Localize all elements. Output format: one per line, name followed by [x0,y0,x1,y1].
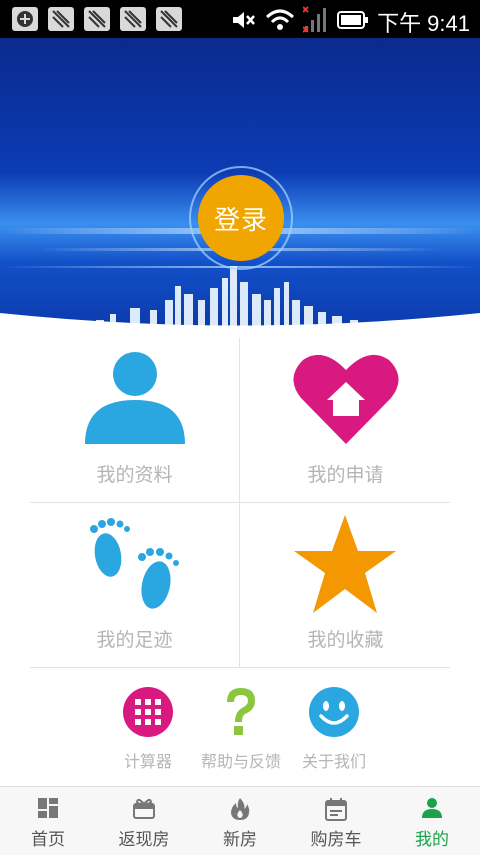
app-notification-icon [156,7,182,31]
my-applications-label: 我的申请 [307,464,384,486]
my-favorites-label: 我的收藏 [307,629,384,651]
tab-cashback-houses[interactable]: 返现房 [96,787,192,855]
login-button[interactable]: 登录 [189,166,293,270]
star-icon [294,515,396,613]
tab-label: 我的 [415,830,449,850]
app-notification-icon [120,7,146,31]
my-footprints-label: 我的足迹 [96,629,173,651]
user-icon [422,798,442,818]
my-applications-item[interactable]: 我的申请 [241,338,450,502]
tab-label: 新房 [223,830,257,850]
person-icon [85,352,185,444]
tab-home[interactable]: 首页 [0,787,96,855]
status-bar: 下午 9:41 [0,0,480,38]
home-grid-icon [38,798,58,818]
tab-new-houses[interactable]: 新房 [192,787,288,855]
battery-icon [337,10,369,34]
signal-icon [302,6,329,38]
flame-icon [231,798,250,820]
footprints-icon [90,518,179,609]
my-profile-label: 我的资料 [96,464,173,486]
my-favorites-item[interactable]: 我的收藏 [241,503,450,667]
about-us-item[interactable]: 关于我们 [279,686,389,772]
tab-mine[interactable]: 我的 [384,787,480,855]
tab-house-cart[interactable]: 购房车 [288,787,384,855]
my-footprints-item[interactable]: 我的足迹 [30,503,239,667]
tab-label: 购房车 [310,830,362,850]
grid-divider [30,667,450,668]
smiley-icon [309,687,359,737]
add-notification-icon [12,7,38,31]
bottom-tab-bar: 首页 返现房 新房 购房车 我的 [0,786,480,855]
tab-label: 首页 [31,830,65,850]
calendar-icon [325,798,347,821]
mute-icon [231,9,257,35]
wifi-icon [265,9,295,35]
calculator-icon [123,687,173,737]
login-label[interactable]: 登录 [198,175,284,261]
my-profile-item[interactable]: 我的资料 [30,338,239,502]
clock: 下午 9:41 [377,11,470,36]
profile-header: 登录 [0,38,480,338]
notification-icons [12,7,182,31]
app-notification-icon [84,7,110,31]
app-notification-icon [48,7,74,31]
tab-label: 返现房 [118,830,170,850]
about-us-label: 关于我们 [301,752,366,771]
heart-house-icon [293,354,399,444]
question-icon [227,688,255,735]
gift-icon [133,798,155,819]
tools-row: 计算器 帮助与反馈 关于我们 [0,680,480,775]
